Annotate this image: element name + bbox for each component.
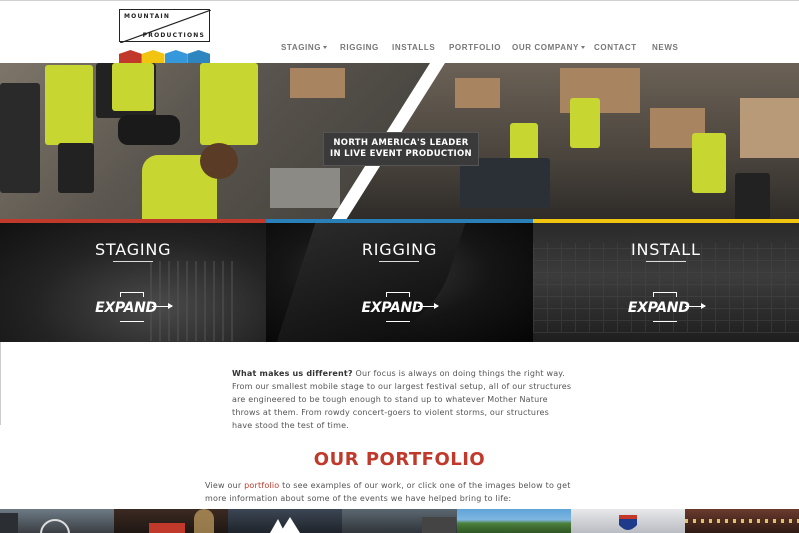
panel-rigging[interactable]: RIGGING EXPAND [266, 223, 533, 342]
site-header: MOUNTAIN PRODUCTIONS STAGING RIGGING INS… [0, 0, 799, 63]
worker-figure [692, 133, 726, 193]
crate-shape [455, 78, 500, 108]
expand-button[interactable]: EXPAND [95, 292, 177, 324]
expand-button[interactable]: EXPAND [628, 292, 710, 324]
hero-banner: NORTH AMERICA'S LEADER IN LIVE EVENT PRO… [323, 132, 479, 166]
nav-portfolio-label: PORTFOLIO [449, 43, 502, 52]
crowd-shape [194, 509, 215, 533]
logo[interactable]: MOUNTAIN PRODUCTIONS [119, 9, 211, 63]
portfolio-link[interactable]: portfolio [244, 481, 279, 490]
equipment-shape [118, 115, 180, 145]
nav-contact-label: CONTACT [594, 43, 637, 52]
intro-lead: What makes us different? [232, 369, 353, 378]
worker-figure [112, 63, 154, 111]
panel-rigging-title: RIGGING [361, 240, 438, 259]
nav-news[interactable]: NEWS [652, 43, 678, 52]
worker-figure [570, 98, 600, 148]
intro-paragraph: What makes us different? Our focus is al… [232, 367, 572, 432]
nav-staging[interactable]: STAGING [281, 43, 328, 52]
expand-label: EXPAND [95, 300, 157, 316]
nav-our-company[interactable]: OUR COMPANY [512, 43, 585, 52]
left-edge-rule [0, 342, 1, 425]
panel-divider [645, 261, 686, 262]
expand-button[interactable]: EXPAND [361, 292, 443, 324]
building-shape [422, 517, 457, 533]
logo-stripes [119, 50, 210, 63]
nav-contact[interactable]: CONTACT [594, 43, 637, 52]
hero-image: NORTH AMERICA'S LEADER IN LIVE EVENT PRO… [0, 63, 799, 220]
nav-rigging-label: RIGGING [340, 43, 379, 52]
arrow-right-icon [418, 303, 440, 309]
service-panels: STAGING EXPAND RIGGING EXPAND INSTALL EX… [0, 223, 799, 342]
mountain-logo-icon [270, 517, 301, 533]
expand-label: EXPAND [627, 300, 690, 316]
arrow-right-icon [684, 303, 706, 309]
worker-figure [200, 63, 258, 145]
nav-installs-label: INSTALLS [392, 43, 436, 52]
worker-figure [58, 143, 94, 193]
panel-divider [379, 261, 420, 262]
nav-our-company-label: OUR COMPANY [512, 43, 579, 52]
portfolio-description: View our portfolio to see examples of ou… [205, 479, 585, 505]
portfolio-thumb[interactable] [570, 509, 685, 533]
portfolio-heading: OUR PORTFOLIO [313, 449, 486, 470]
logo-text-mountain: MOUNTAIN [124, 13, 171, 20]
chevron-down-icon [323, 46, 328, 50]
logo-stripe-red [119, 50, 142, 63]
portfolio-thumb[interactable] [684, 509, 799, 533]
nav-installs[interactable]: INSTALLS [392, 43, 435, 52]
panel-staging-title: STAGING [94, 240, 172, 259]
logo-stripe-blue [164, 50, 188, 63]
nav-news-label: NEWS [652, 43, 679, 52]
portfolio-thumb[interactable] [114, 509, 229, 533]
portfolio-thumb[interactable] [228, 509, 343, 533]
nav-portfolio[interactable]: PORTFOLIO [449, 43, 501, 52]
logo-stripe-dark-blue [187, 50, 210, 63]
worker-head [200, 143, 238, 179]
worker-figure [735, 173, 770, 220]
panel-staging[interactable]: STAGING EXPAND [0, 223, 267, 342]
worker-figure [510, 123, 538, 163]
arrow-right-icon [152, 303, 174, 309]
panel-install[interactable]: INSTALL EXPAND [532, 223, 799, 342]
banner-shape [149, 523, 186, 533]
logo-text-productions: PRODUCTIONS [142, 32, 205, 39]
lights-shape [684, 519, 799, 523]
portfolio-thumb[interactable] [0, 509, 115, 533]
logo-box: MOUNTAIN PRODUCTIONS [119, 9, 211, 43]
portfolio-thumb[interactable] [456, 509, 571, 533]
portfolio-thumb[interactable] [342, 509, 457, 533]
nav-rigging[interactable]: RIGGING [340, 43, 379, 52]
chair-shape [0, 83, 40, 193]
worker-figure [45, 65, 93, 145]
building-shape [0, 513, 18, 533]
chevron-down-icon [580, 46, 585, 50]
portfolio-thumbnails [0, 509, 799, 533]
panel-install-title: INSTALL [630, 240, 701, 259]
hero-banner-line2: IN LIVE EVENT PRODUCTION [330, 149, 472, 159]
logo-stripe-yellow [141, 50, 165, 63]
expand-label: EXPAND [361, 300, 424, 316]
hero-banner-line1: NORTH AMERICA'S LEADER [333, 138, 469, 148]
intro-body: Our focus is always on doing things the … [232, 369, 572, 430]
portfolio-desc-before: View our [205, 481, 245, 490]
panel-divider [113, 261, 154, 262]
emblem-shape [40, 519, 70, 533]
nav-staging-label: STAGING [281, 43, 322, 52]
crate-shape [740, 98, 799, 158]
shield-icon [618, 515, 637, 530]
